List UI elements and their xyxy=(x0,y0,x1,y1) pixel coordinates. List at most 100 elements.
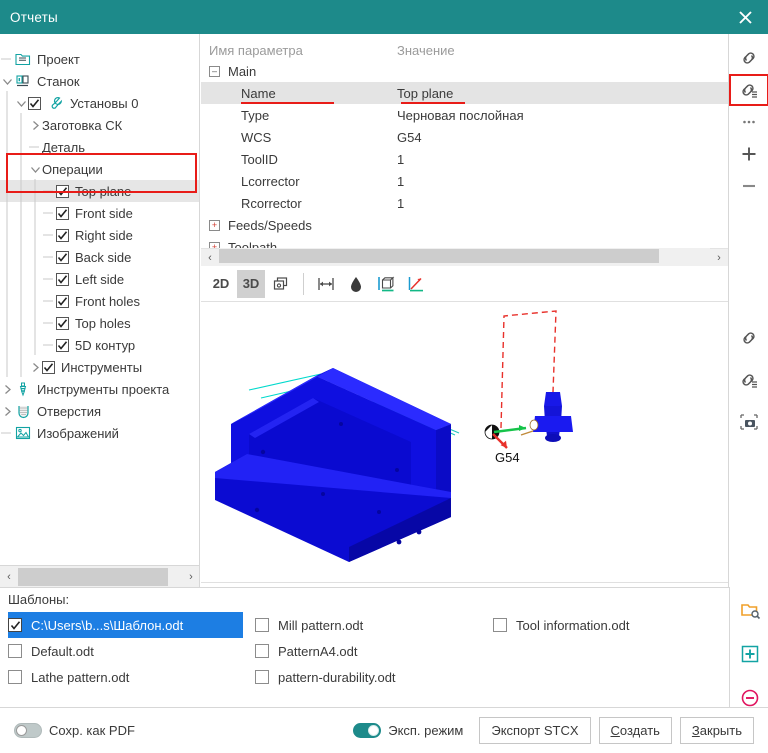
template-checkbox[interactable] xyxy=(8,618,22,632)
browse-folder-icon[interactable] xyxy=(730,592,768,628)
tree-item-изображений[interactable]: Изображений xyxy=(0,422,199,444)
parameter-group-main[interactable]: –Main xyxy=(201,60,728,82)
chevron-down-icon[interactable] xyxy=(28,164,42,175)
tree-item-установы-0[interactable]: Установы 0 xyxy=(0,92,199,114)
parameter-value[interactable]: 1 xyxy=(397,196,728,211)
scroll-left-arrow[interactable]: ‹ xyxy=(0,567,18,587)
scroll-track[interactable] xyxy=(18,567,182,587)
template-checkbox[interactable] xyxy=(493,618,507,632)
chevron-down-icon[interactable] xyxy=(14,98,28,109)
measure-distance-icon[interactable] xyxy=(312,270,340,298)
parameter-value[interactable]: Черновая послойная xyxy=(397,108,728,123)
add-template-icon[interactable] xyxy=(730,636,768,672)
tree-item-front-side[interactable]: Front side xyxy=(0,202,199,224)
tree-item-инструменты-проекта[interactable]: Инструменты проекта xyxy=(0,378,199,400)
minus-icon[interactable] xyxy=(729,170,768,202)
tree-item-checkbox[interactable] xyxy=(56,273,69,286)
more-dots-icon[interactable] xyxy=(729,106,768,138)
chevron-right-icon[interactable] xyxy=(28,362,42,373)
param-scroll-right-arrow[interactable]: › xyxy=(710,248,728,268)
tree-item-операции[interactable]: Операции xyxy=(0,158,199,180)
scroll-thumb[interactable] xyxy=(18,568,168,586)
export-stcx-button[interactable]: Экспорт STCX xyxy=(479,717,590,744)
parameter-row[interactable]: NameTop plane xyxy=(201,82,728,104)
parameter-value[interactable]: G54 xyxy=(397,130,728,145)
chevron-right-icon[interactable] xyxy=(28,120,42,131)
param-scroll-thumb[interactable] xyxy=(219,249,659,263)
parameter-row[interactable]: Lcorrector1 xyxy=(201,170,728,192)
screenshot-icon[interactable] xyxy=(729,406,768,438)
show-preview-icon[interactable] xyxy=(267,270,295,298)
parameter-row[interactable]: Rcorrector1 xyxy=(201,192,728,214)
tree-item-back-side[interactable]: Back side xyxy=(0,246,199,268)
link-list-icon[interactable] xyxy=(729,74,768,106)
tree-item-деталь[interactable]: Деталь xyxy=(0,136,199,158)
exp-mode-toggle[interactable] xyxy=(353,723,381,738)
tree-item-checkbox[interactable] xyxy=(28,97,41,110)
exp-mode-toggle-group[interactable]: Эксп. режим xyxy=(353,723,463,738)
tree-item-top-plane[interactable]: Top plane xyxy=(0,180,199,202)
viewport-link-list-icon[interactable] xyxy=(729,364,768,396)
tree-item-right-side[interactable]: Right side xyxy=(0,224,199,246)
3d-viewport[interactable]: G54 xyxy=(201,302,728,582)
stock-box-icon[interactable] xyxy=(372,270,400,298)
tree-item-checkbox[interactable] xyxy=(56,295,69,308)
tree-item-checkbox[interactable] xyxy=(56,339,69,352)
scroll-right-arrow[interactable]: › xyxy=(182,567,200,587)
save-as-pdf-toggle-group[interactable]: Сохр. как PDF xyxy=(14,723,135,738)
template-item[interactable]: Default.odt xyxy=(8,638,243,664)
template-item[interactable]: C:\Users\b...s\Шаблон.odt xyxy=(8,612,243,638)
tree-item-checkbox[interactable] xyxy=(56,251,69,264)
tree-item-проект[interactable]: Проект xyxy=(0,48,199,70)
tree-item-инструменты[interactable]: Инструменты xyxy=(0,356,199,378)
view-2d-button[interactable]: 2D xyxy=(207,270,235,298)
tree-item-checkbox[interactable] xyxy=(56,185,69,198)
template-item[interactable]: Mill pattern.odt xyxy=(255,612,485,638)
parameter-row[interactable]: TypeЧерновая послойная xyxy=(201,104,728,126)
tree-item-front-holes[interactable]: Front holes xyxy=(0,290,199,312)
tree-item-checkbox[interactable] xyxy=(56,317,69,330)
project-tree-panel[interactable]: ПроектСтанокУстановы 0Заготовка СКДеталь… xyxy=(0,34,200,587)
parameters-horizontal-scrollbar[interactable]: ‹ › xyxy=(201,248,728,266)
plus-icon[interactable] xyxy=(729,138,768,170)
tree-item-checkbox[interactable] xyxy=(42,361,55,374)
expand-group-icon[interactable]: + xyxy=(209,220,220,231)
template-checkbox[interactable] xyxy=(255,644,269,658)
create-button[interactable]: Создать xyxy=(599,717,672,744)
tree-item-top-holes[interactable]: Top holes xyxy=(0,312,199,334)
toolpath-graph-icon[interactable] xyxy=(402,270,430,298)
chevron-right-icon[interactable] xyxy=(0,384,14,395)
template-checkbox[interactable] xyxy=(255,670,269,684)
tree-item-станок[interactable]: Станок xyxy=(0,70,199,92)
coolant-drop-icon[interactable] xyxy=(342,270,370,298)
parameter-value[interactable]: 1 xyxy=(397,174,728,189)
viewport-link-icon[interactable] xyxy=(729,322,768,354)
chevron-right-icon[interactable] xyxy=(0,406,14,417)
collapse-group-icon[interactable]: – xyxy=(209,66,220,77)
parameter-group-feeds-speeds[interactable]: +Feeds/Speeds xyxy=(201,214,728,236)
view-3d-button[interactable]: 3D xyxy=(237,270,265,298)
template-item[interactable]: Tool information.odt xyxy=(493,612,723,638)
template-checkbox[interactable] xyxy=(8,670,22,684)
parameter-value[interactable]: 1 xyxy=(397,152,728,167)
parameter-row[interactable]: WCSG54 xyxy=(201,126,728,148)
param-scroll-track[interactable] xyxy=(219,248,710,268)
template-checkbox[interactable] xyxy=(8,644,22,658)
chevron-down-icon[interactable] xyxy=(0,76,14,87)
tree-item-5d-контур[interactable]: 5D контур xyxy=(0,334,199,356)
param-scroll-left-arrow[interactable]: ‹ xyxy=(201,248,219,268)
template-item[interactable]: pattern-durability.odt xyxy=(255,664,485,690)
tree-item-checkbox[interactable] xyxy=(56,229,69,242)
link-icon[interactable] xyxy=(729,42,768,74)
close-icon[interactable] xyxy=(732,4,758,30)
tree-horizontal-scrollbar[interactable]: ‹ › xyxy=(0,565,200,587)
tree-item-отверстия[interactable]: Отверстия xyxy=(0,400,199,422)
close-dialog-button[interactable]: Закрыть xyxy=(680,717,754,744)
parameter-value[interactable]: Top plane xyxy=(397,86,728,101)
tree-item-left-side[interactable]: Left side xyxy=(0,268,199,290)
template-item[interactable]: PatternA4.odt xyxy=(255,638,485,664)
template-item[interactable]: Lathe pattern.odt xyxy=(8,664,243,690)
tree-item-заготовка-ск[interactable]: Заготовка СК xyxy=(0,114,199,136)
parameter-row[interactable]: ToolID1 xyxy=(201,148,728,170)
parameters-table[interactable]: Имя параметра Значение –MainNameTop plan… xyxy=(201,34,728,266)
